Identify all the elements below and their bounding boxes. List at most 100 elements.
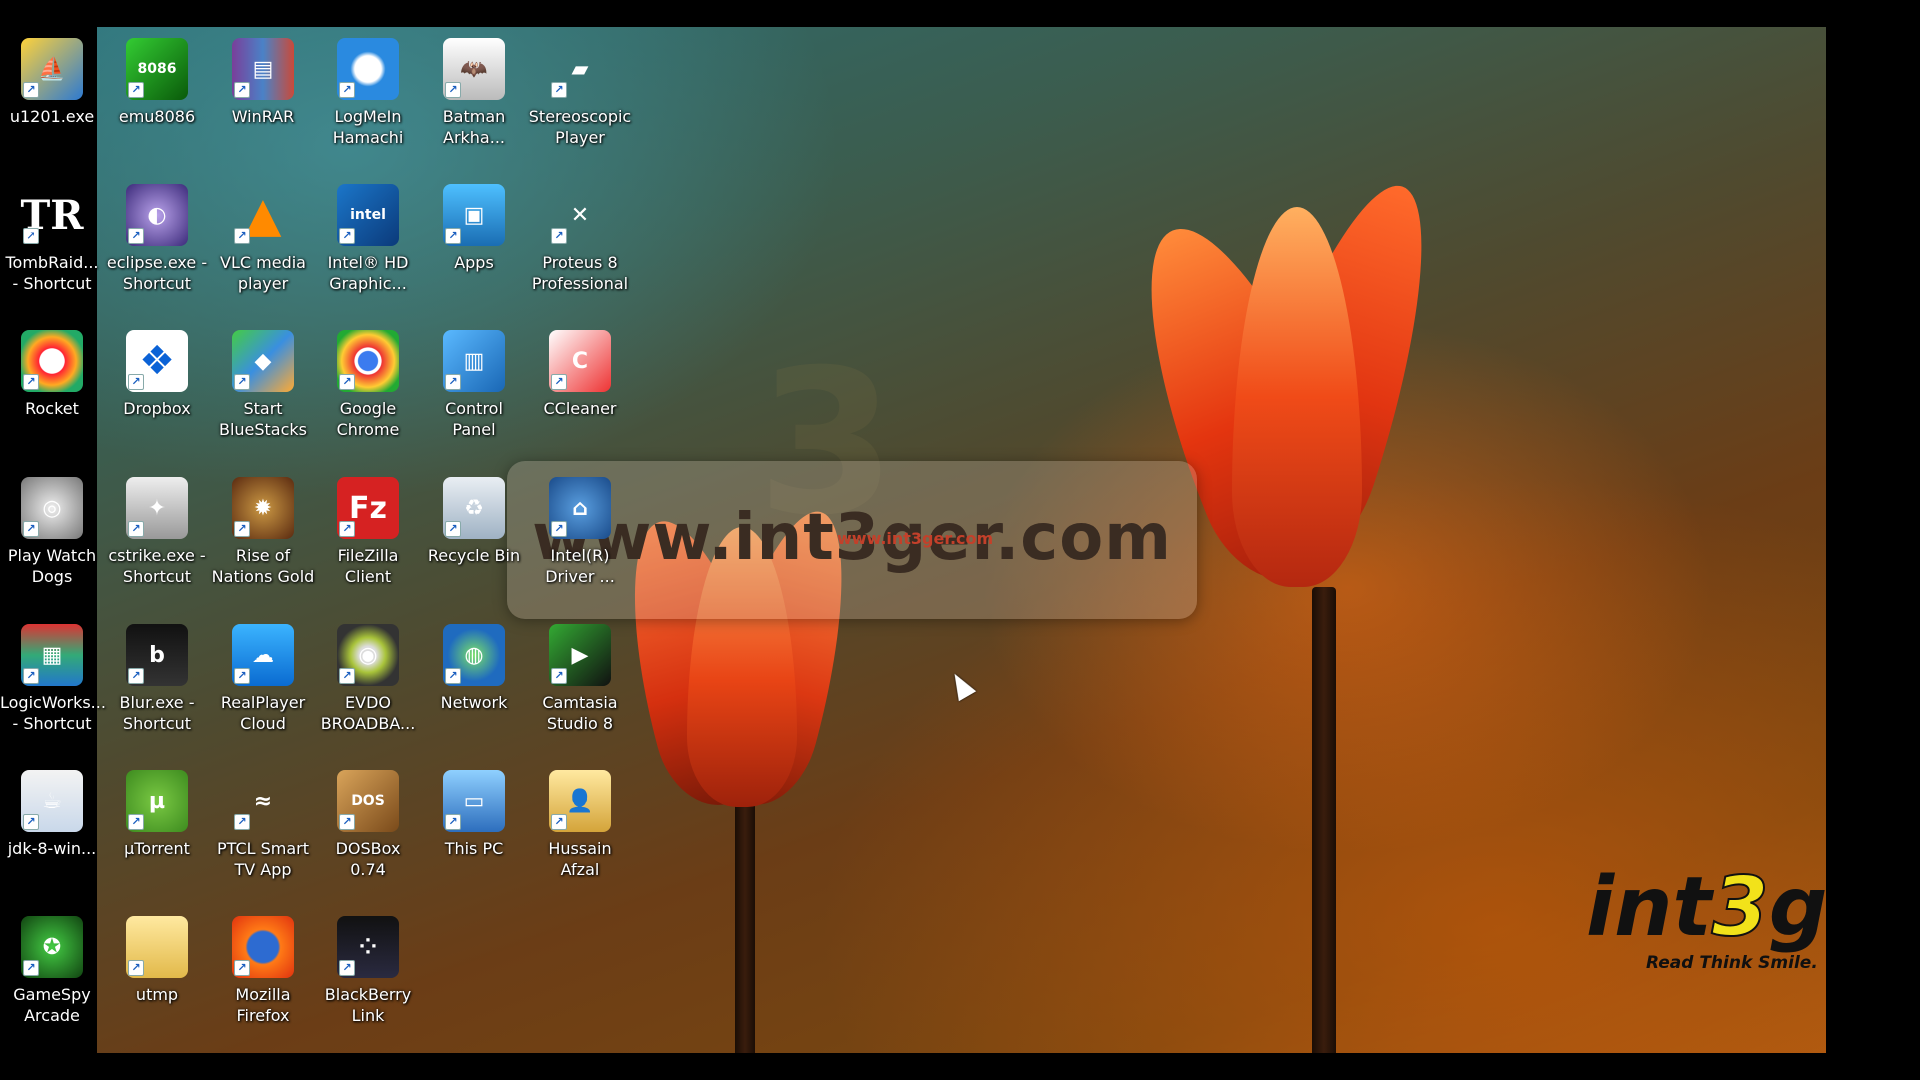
desktop-icon-label: Stereoscopic Player (528, 107, 632, 147)
desktop-icon[interactable]: ✕ ↗ Proteus 8 Professional (528, 184, 632, 294)
winrar-icon: ▤ ↗ (232, 38, 294, 100)
desktop-icon-label: Recycle Bin (427, 546, 521, 565)
desktop-icon-label: GameSpy Arcade (13, 985, 91, 1025)
shortcut-arrow-icon: ↗ (234, 960, 250, 976)
desktop-icon[interactable]: ↗ Google Chrome (316, 330, 420, 440)
shortcut-arrow-icon: ↗ (339, 228, 355, 244)
shortcut-arrow-icon: ↗ (23, 228, 39, 244)
desktop-icon[interactable]: b ↗ Blur.exe - Shortcut (105, 624, 209, 734)
logo-brand-three: 3 (1711, 863, 1770, 955)
desktop-icon[interactable]: ◆ ↗ Start BlueStacks (211, 330, 315, 440)
desktop-icon-label: Intel® HD Graphic... (327, 253, 409, 293)
desktop-icon[interactable]: DOS ↗ DOSBox 0.74 (316, 770, 420, 880)
shortcut-arrow-icon: ↗ (128, 374, 144, 390)
desktop-icon[interactable]: ◍ ↗ Network (422, 624, 526, 713)
control-panel-icon: ▥ ↗ (443, 330, 505, 392)
logo-brand-post: ge (1768, 863, 1826, 955)
desktop-icon[interactable]: TR ↗ TombRaid... - Shortcut (0, 184, 104, 294)
desktop-icon[interactable]: ❖ ↗ Dropbox (105, 330, 209, 419)
desktop-icon[interactable]: µ ↗ µTorrent (105, 770, 209, 859)
desktop-icon[interactable]: ••• ↗ LogMeIn Hamachi (316, 38, 420, 148)
shortcut-arrow-icon: ↗ (551, 374, 567, 390)
apps-icon: ▣ ↗ (443, 184, 505, 246)
camtasia-icon: ▶ ↗ (549, 624, 611, 686)
desktop-icon[interactable]: C ↗ CCleaner (528, 330, 632, 419)
eclipse-icon: ◐ ↗ (126, 184, 188, 246)
shortcut-arrow-icon: ↗ (234, 82, 250, 98)
desktop-icon-label: DOSBox 0.74 (335, 839, 401, 879)
desktop-icon[interactable]: ↗ utmp (105, 916, 209, 1005)
desktop-icon[interactable]: 🦇 ↗ Batman Arkha... (422, 38, 526, 148)
desktop-icon-label: CCleaner (543, 399, 617, 418)
ptcl-icon: ≈ ↗ (232, 770, 294, 832)
logo-tagline: Read Think Smile. (1646, 953, 1818, 973)
desktop-icon[interactable]: ▦ ↗ LogicWorks... - Shortcut (0, 624, 106, 734)
shortcut-arrow-icon: ↗ (234, 228, 250, 244)
shortcut-arrow-icon: ↗ (551, 228, 567, 244)
network-globe-icon: ◍ ↗ (443, 624, 505, 686)
hamachi-icon: ••• ↗ (337, 38, 399, 100)
desktop-icon[interactable]: ▭ ↗ This PC (422, 770, 526, 859)
shortcut-arrow-icon: ↗ (339, 374, 355, 390)
desktop-icon[interactable]: ✦ ↗ cstrike.exe - Shortcut (105, 477, 209, 587)
desktop-icon[interactable]: ↗ Mozilla Firefox (211, 916, 315, 1026)
desktop-icon[interactable]: ⁘ ↗ BlackBerry Link (316, 916, 420, 1026)
desktop-icon-label: Intel(R) Driver ... (545, 546, 615, 586)
shortcut-arrow-icon: ↗ (551, 814, 567, 830)
shortcut-arrow-icon: ↗ (445, 374, 461, 390)
desktop-icon[interactable]: 8086 ↗ emu8086 (105, 38, 209, 127)
filezilla-icon: Fz ↗ (337, 477, 399, 539)
desktop-icon-label: Hussain Afzal (548, 839, 612, 879)
desktop-icon-label: Network (440, 693, 508, 712)
desktop-icon-label: LogicWorks... - Shortcut (0, 693, 106, 733)
shortcut-arrow-icon: ↗ (551, 668, 567, 684)
desktop-icon-label: VLC media player (220, 253, 306, 293)
desktop-icon-label: Apps (454, 253, 494, 272)
desktop-icon[interactable]: ✹ ↗ Rise of Nations Gold (211, 477, 315, 587)
recycle-bin-icon: ♻ ↗ (443, 477, 505, 539)
desktop-icon[interactable]: ⛵ ↗ u1201.exe (0, 38, 104, 127)
shortcut-arrow-icon: ↗ (445, 521, 461, 537)
desktop-icon[interactable]: ▰ ↗ Stereoscopic Player (528, 38, 632, 148)
desktop-icon[interactable]: ▣ ↗ Apps (422, 184, 526, 273)
desktop-icon[interactable]: ♻ ↗ Recycle Bin (422, 477, 526, 566)
shortcut-arrow-icon: ↗ (23, 814, 39, 830)
desktop-icon[interactable]: ▶ ↗ Camtasia Studio 8 (528, 624, 632, 734)
gamespy-icon: ✪ ↗ (21, 916, 83, 978)
desktop-icon[interactable]: ✪ ↗ GameSpy Arcade (0, 916, 104, 1026)
shortcut-arrow-icon: ↗ (23, 82, 39, 98)
desktop-icon[interactable]: ◉ ↗ EVDO BROADBA... (316, 624, 420, 734)
desktop-icon-label: Rise of Nations Gold (211, 546, 315, 586)
rocket-ring-icon: ↗ (21, 330, 83, 392)
desktop-icon-label: u1201.exe (9, 107, 95, 126)
desktop-icon[interactable]: ▥ ↗ Control Panel (422, 330, 526, 440)
bluestacks-icon: ◆ ↗ (232, 330, 294, 392)
desktop-icon-label: EVDO BROADBA... (320, 693, 416, 733)
desktop-icon[interactable]: ≈ ↗ PTCL Smart TV App (211, 770, 315, 880)
desktop-icon-label: BlackBerry Link (324, 985, 412, 1025)
desktop-icon[interactable]: intel ↗ Intel® HD Graphic... (316, 184, 420, 294)
firefox-icon: ↗ (232, 916, 294, 978)
shortcut-arrow-icon: ↗ (339, 814, 355, 830)
desktop-icon-label: Google Chrome (336, 399, 400, 439)
desktop-icon-label: WinRAR (231, 107, 295, 126)
batman-icon: 🦇 ↗ (443, 38, 505, 100)
desktop-icon[interactable]: ◐ ↗ eclipse.exe - Shortcut (105, 184, 209, 294)
desktop-icon[interactable]: ▤ ↗ WinRAR (211, 38, 315, 127)
counterstrike-icon: ✦ ↗ (126, 477, 188, 539)
desktop-icon-label: Proteus 8 Professional (531, 253, 629, 293)
desktop-icon[interactable]: ⌂ ↗ Intel(R) Driver ... (528, 477, 632, 587)
desktop-icon[interactable]: ◎ ↗ Play Watch Dogs (0, 477, 104, 587)
desktop-icon[interactable]: ☁ ↗ RealPlayer Cloud (211, 624, 315, 734)
desktop-icon[interactable]: Fz ↗ FileZilla Client (316, 477, 420, 587)
dropbox-icon: ❖ ↗ (126, 330, 188, 392)
desktop-icon[interactable]: ▲ ↗ VLC media player (211, 184, 315, 294)
shortcut-arrow-icon: ↗ (445, 814, 461, 830)
desktop-icon[interactable]: ☕ ↗ jdk-8-win... (0, 770, 104, 859)
intel-driver-icon: ⌂ ↗ (549, 477, 611, 539)
desktop-icon-label: FileZilla Client (337, 546, 399, 586)
desktop-icon[interactable]: ↗ Rocket (0, 330, 104, 419)
desktop-icon-label: Mozilla Firefox (235, 985, 291, 1025)
this-pc-icon: ▭ ↗ (443, 770, 505, 832)
desktop-icon[interactable]: 👤 ↗ Hussain Afzal (528, 770, 632, 880)
